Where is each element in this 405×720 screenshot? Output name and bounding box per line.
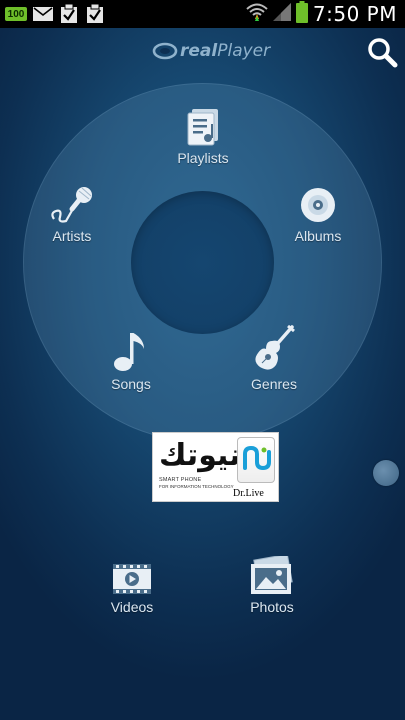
clipboard-check-icon (59, 4, 79, 23)
music-menu-ring: Playlists Artists Albums Songs Genres (23, 83, 382, 442)
artists-label: Artists (52, 228, 92, 244)
battery-icon (295, 0, 308, 28)
ad-n-logo-icon (243, 445, 271, 471)
songs-button[interactable]: Songs (81, 329, 181, 392)
playlists-icon (187, 109, 218, 146)
wifi-icon (246, 2, 268, 27)
clock-time: 7:50 PM (312, 2, 397, 26)
songs-label: Songs (111, 376, 151, 392)
logo-text-player: Player (217, 41, 271, 61)
realplayer-swoosh-icon (152, 42, 178, 60)
albums-button[interactable]: Albums (268, 185, 368, 244)
signal-strength-icon (272, 2, 291, 26)
genres-label: Genres (251, 376, 297, 392)
ad-tagline-sub: FOR INFORMATION TECHNOLOGY (159, 484, 234, 489)
realplayer-logo: real Player (152, 36, 270, 66)
music-note-icon (114, 333, 144, 371)
logo-text-real: real (180, 41, 218, 61)
albums-label: Albums (294, 228, 342, 244)
ad-tagline: SMART PHONE (159, 477, 202, 483)
app-header: real Player (0, 28, 405, 78)
ring-center (131, 191, 274, 334)
microphone-icon (51, 187, 92, 223)
ad-credit: Dr.Live (233, 488, 264, 499)
side-drawer-handle[interactable] (373, 460, 399, 486)
status-bar: 100 7:50 PM (0, 0, 405, 28)
ad-brand-arabic: نيوتك (159, 438, 241, 473)
ad-logo (237, 437, 275, 483)
photos-label: Photos (250, 599, 294, 615)
ad-banner[interactable]: نيوتك SMART PHONE FOR INFORMATION TECHNO… (152, 432, 279, 502)
photos-icon (251, 556, 293, 594)
genres-button[interactable]: Genres (224, 325, 324, 392)
guitar-icon (255, 325, 295, 370)
photos-button[interactable]: Photos (222, 556, 322, 615)
disc-icon (301, 188, 335, 222)
search-button[interactable] (366, 36, 400, 70)
videos-button[interactable]: Videos (82, 562, 182, 615)
video-icon (113, 564, 151, 594)
playlists-button[interactable]: Playlists (153, 107, 253, 166)
search-icon (368, 38, 398, 68)
email-icon (33, 5, 53, 23)
artists-button[interactable]: Artists (22, 185, 122, 244)
videos-label: Videos (110, 599, 154, 615)
playlists-label: Playlists (177, 150, 229, 166)
battery-level-badge: 100 (5, 7, 27, 21)
clipboard-check-icon (85, 4, 105, 23)
